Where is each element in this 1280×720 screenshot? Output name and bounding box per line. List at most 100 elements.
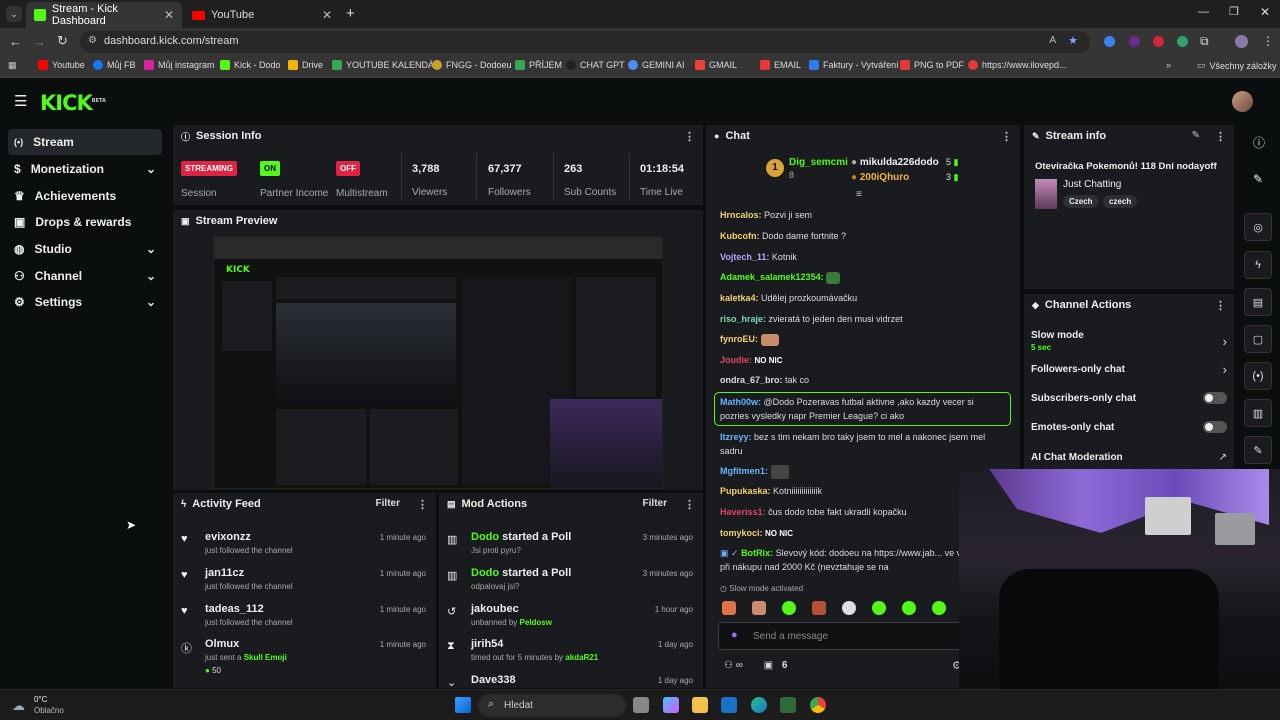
tab-youtube[interactable]: YouTube ✕ <box>184 2 340 28</box>
stream-info-menu-icon[interactable]: ⋮ <box>1215 130 1226 143</box>
bookmark-youtube[interactable]: Youtube <box>38 60 85 70</box>
ai-moderation-row[interactable]: AI Chat Moderation ↗ <box>1031 452 1227 468</box>
bookmark-faktury[interactable]: Faktury - Vytváření <box>809 60 899 70</box>
subscribers-only-toggle[interactable] <box>1203 392 1227 404</box>
outlook-icon[interactable] <box>721 697 737 713</box>
site-info-icon[interactable]: ⚙ <box>88 35 97 46</box>
url-field[interactable]: ⚙ dashboard.kick.com/stream A ★ <box>80 31 1090 53</box>
new-tab-button[interactable]: + <box>346 5 355 22</box>
emote-icon[interactable] <box>752 601 766 615</box>
activity-menu-icon[interactable]: ⋮ <box>417 498 428 511</box>
sidebar-item-stream[interactable]: (•) Stream <box>8 129 162 155</box>
extension-icon[interactable] <box>1104 36 1115 47</box>
mod-filter-button[interactable]: Filter <box>643 498 667 509</box>
all-bookmarks-folder[interactable]: ▭ Všechny záložky <box>1197 60 1277 71</box>
rail-document-icon[interactable]: ▤ <box>1244 288 1272 316</box>
close-tab-icon[interactable]: ✕ <box>164 8 174 22</box>
rail-broadcast-icon[interactable]: (•) <box>1244 362 1272 390</box>
translate-icon[interactable]: A <box>1049 35 1056 46</box>
mod-menu-icon[interactable]: ⋮ <box>684 498 695 511</box>
file-explorer-icon[interactable] <box>692 697 708 713</box>
tag-pill[interactable]: Czech <box>1063 195 1099 208</box>
bookmark-prijem[interactable]: PŘÍJEM <box>515 60 562 70</box>
bookmark-drive[interactable]: Drive <box>288 60 323 70</box>
bookmark-instagram[interactable]: Můj instagram <box>144 60 215 70</box>
chrome-icon[interactable] <box>810 697 826 713</box>
sidebar-item-drops[interactable]: ▣ Drops & rewards <box>8 209 162 235</box>
terminal-icon[interactable] <box>780 697 796 713</box>
session-menu-icon[interactable]: ⋮ <box>684 130 695 143</box>
emotes-only-toggle[interactable] <box>1203 421 1227 433</box>
tag-pill[interactable]: czech <box>1103 195 1138 208</box>
chat-input[interactable]: ● Send a message <box>718 622 968 650</box>
rail-wrench-icon[interactable]: ✎ <box>1244 436 1272 464</box>
sidebar-item-monetization[interactable]: $ Monetization ⌄ <box>8 156 162 182</box>
sidebar-item-studio[interactable]: ◍ Studio ⌄ <box>8 236 162 262</box>
rail-lightning-icon[interactable]: ϟ <box>1244 251 1272 279</box>
bookmark-png-to-pdf[interactable]: PNG to PDF <box>900 60 964 70</box>
activity-filter-button[interactable]: Filter <box>376 498 400 509</box>
close-tab-icon[interactable]: ✕ <box>322 8 332 22</box>
bookmark-ilovepdf[interactable]: https://www.ilovepd... <box>968 60 1067 70</box>
taskbar-search[interactable]: ⌕ Hledat <box>478 694 626 717</box>
forward-icon[interactable]: → <box>33 34 46 49</box>
extension-icon[interactable] <box>1177 36 1188 47</box>
sidebar-item-achievements[interactable]: ♛ Achievements <box>8 183 162 209</box>
sidebar-item-settings[interactable]: ⚙ Settings ⌄ <box>8 289 162 315</box>
info-icon[interactable]: ⓘ <box>1253 134 1265 151</box>
edit-icon[interactable]: ✎ <box>1253 172 1263 186</box>
emote-icon[interactable] <box>872 601 886 615</box>
bookmark-fngg[interactable]: FNGG - Dodoeu <box>432 60 512 70</box>
chat-menu-icon[interactable]: ⋮ <box>1001 130 1012 143</box>
stream-preview-video[interactable]: KICK <box>213 236 663 489</box>
user-avatar[interactable] <box>1232 91 1253 112</box>
close-window-icon[interactable]: ✕ <box>1260 5 1270 19</box>
bookmark-gmail[interactable]: GMAIL <box>695 60 737 70</box>
minimize-window-icon[interactable]: — <box>1198 6 1209 18</box>
rail-layout-icon[interactable]: ▥ <box>1244 399 1272 427</box>
apps-grid-icon[interactable]: ▦ <box>8 60 17 71</box>
extensions-puzzle-icon[interactable]: ⧉ <box>1200 34 1209 49</box>
bookmark-chat-gpt[interactable]: CHAT GPT <box>566 60 625 70</box>
bookmarks-overflow-icon[interactable]: » <box>1166 60 1171 70</box>
followers-only-row[interactable]: Followers-only chat › <box>1031 362 1227 384</box>
bookmark-kick-dodo[interactable]: Kick - Dodo <box>220 60 281 70</box>
reload-icon[interactable]: ↻ <box>57 33 68 49</box>
kick-logo[interactable]: KICKBETA <box>40 91 106 115</box>
menu-kebab-icon[interactable]: ⋮ <box>1262 34 1274 48</box>
hamburger-menu-icon[interactable]: ☰ <box>14 92 27 110</box>
slow-mode-row[interactable]: Slow mode 5 sec › <box>1031 330 1227 358</box>
gift-count-icon[interactable]: ▣ <box>764 660 773 671</box>
rail-target-icon[interactable]: ◎ <box>1244 213 1272 241</box>
bookmark-youtube-calendar[interactable]: YOUTUBE KALENDÁŘ <box>332 60 441 70</box>
rail-chat-icon[interactable]: ▢ <box>1244 325 1272 353</box>
channel-actions-menu-icon[interactable]: ⋮ <box>1215 299 1226 312</box>
extension-icon[interactable] <box>1153 36 1164 47</box>
category-name[interactable]: Just Chatting <box>1063 179 1121 190</box>
tab-search-button[interactable]: ⌄ <box>6 6 22 22</box>
emote-icon[interactable] <box>812 601 826 615</box>
edge-icon[interactable] <box>751 697 767 713</box>
collapse-top-icon[interactable]: ≡ <box>856 189 862 200</box>
task-view-icon[interactable] <box>633 697 649 713</box>
sidebar-item-channel[interactable]: ⚇ Channel ⌄ <box>8 263 162 289</box>
users-infinity-icon[interactable]: ⚇ ∞ <box>724 660 743 671</box>
tab-kick-dashboard[interactable]: Stream - Kick Dashboard ✕ <box>26 2 182 28</box>
emote-icon[interactable] <box>932 601 946 615</box>
weather-widget[interactable]: ☁ 0°C Oblačno <box>12 694 92 718</box>
bookmark-gemini[interactable]: GEMINI AI <box>628 60 685 70</box>
back-icon[interactable]: ← <box>9 34 22 49</box>
copilot-icon[interactable] <box>663 697 679 713</box>
microphone-icon[interactable]: ● <box>731 629 738 641</box>
start-windows-icon[interactable] <box>455 697 471 713</box>
bookmark-facebook[interactable]: Můj FB <box>93 60 136 70</box>
edit-pencil-icon[interactable]: ✎ <box>1192 130 1200 141</box>
extension-icon[interactable] <box>1129 36 1140 47</box>
emote-icon[interactable] <box>722 601 736 615</box>
emote-icon[interactable] <box>902 601 916 615</box>
maximize-window-icon[interactable]: ❐ <box>1229 5 1239 18</box>
bookmark-email[interactable]: EMAIL <box>760 60 801 70</box>
profile-avatar-icon[interactable] <box>1235 35 1248 48</box>
emote-icon[interactable] <box>842 601 856 615</box>
emote-icon[interactable] <box>782 601 796 615</box>
